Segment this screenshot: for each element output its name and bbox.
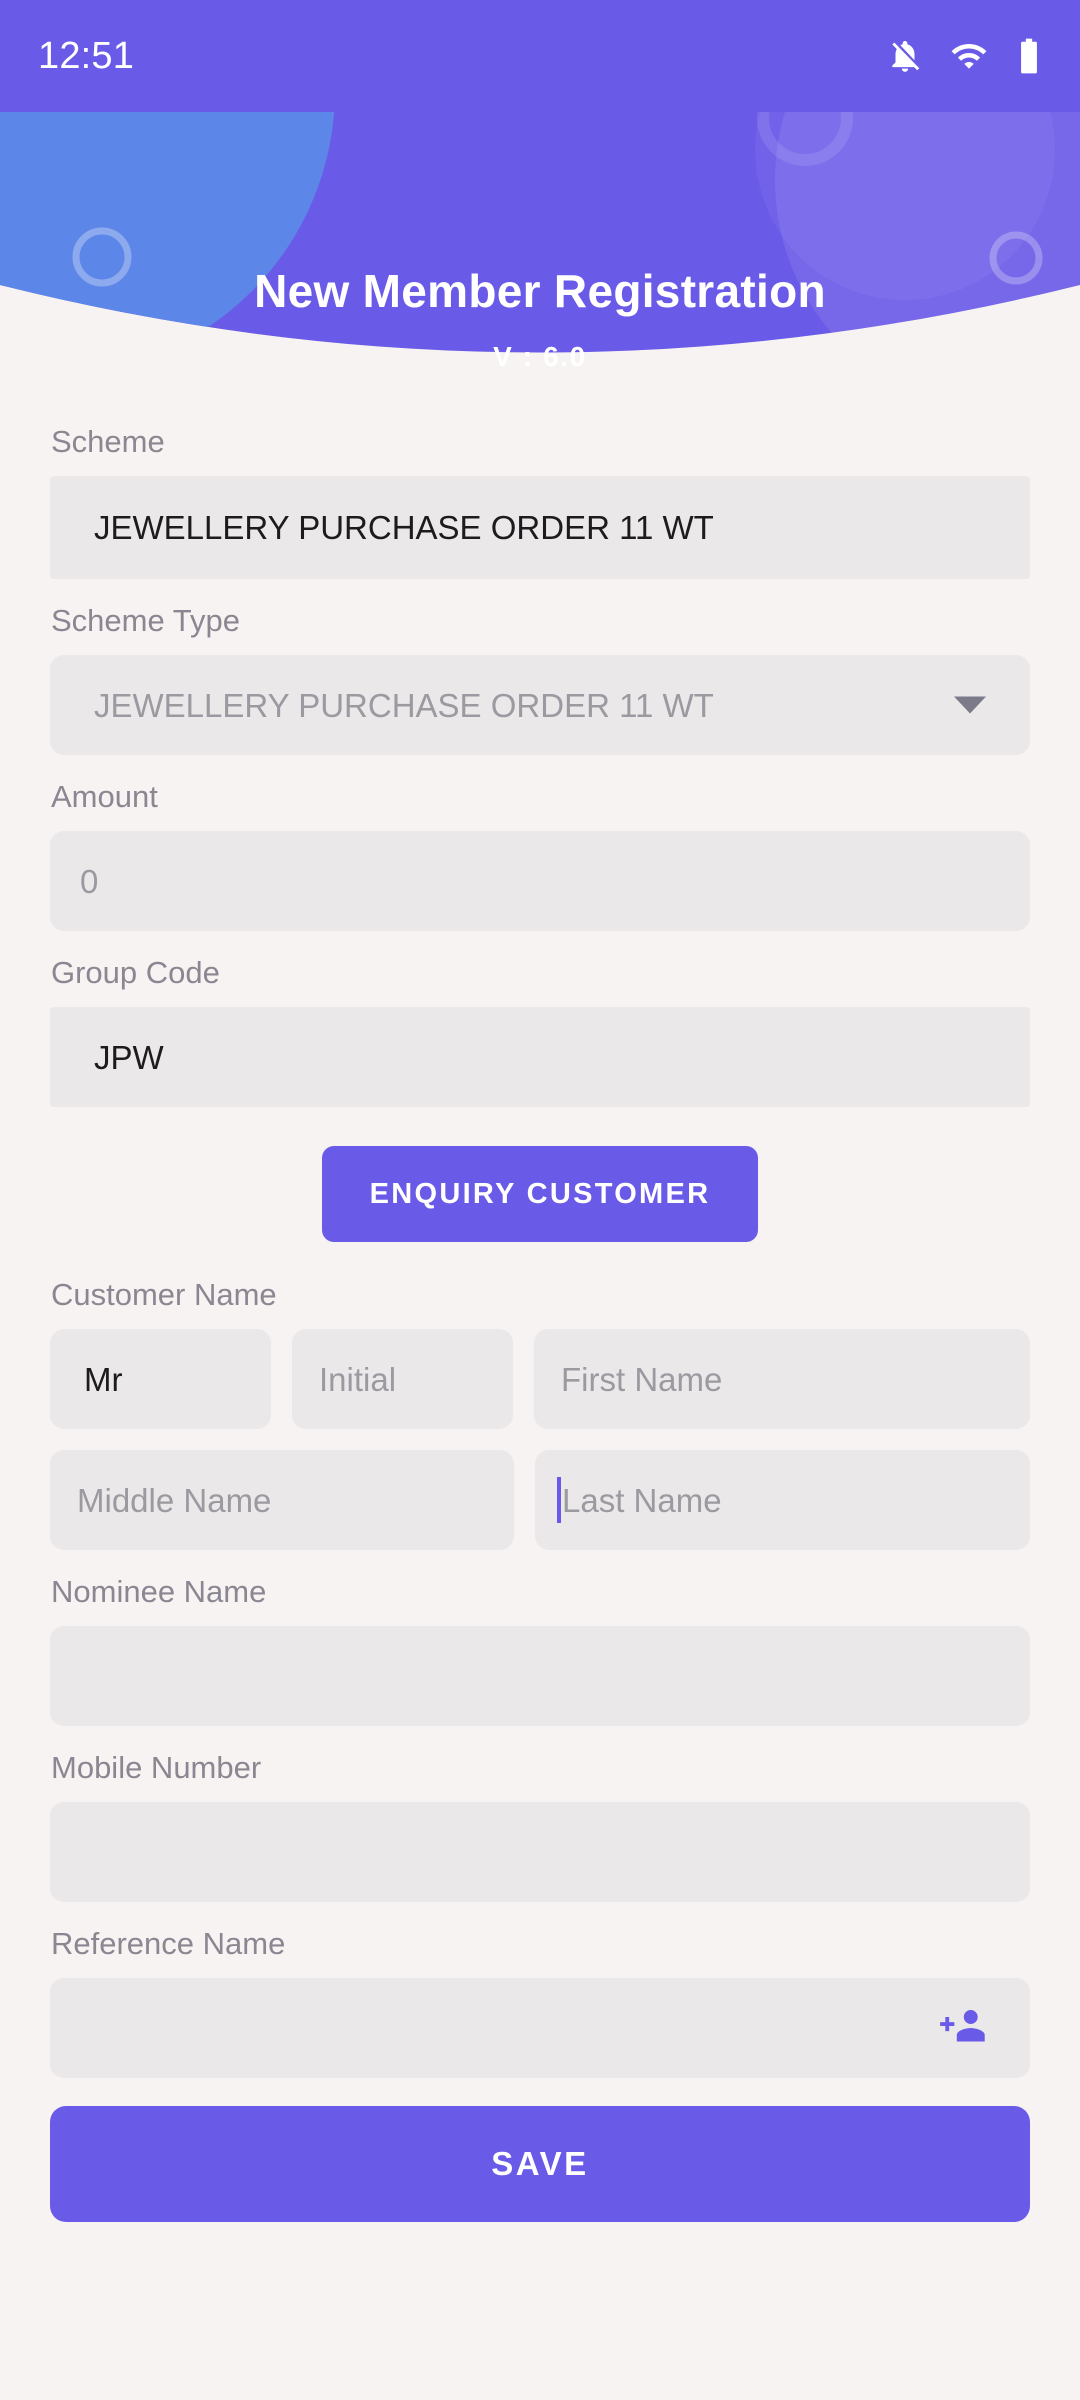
scheme-value: JEWELLERY PURCHASE ORDER 11 WT xyxy=(94,509,714,546)
label-reference-name: Reference Name xyxy=(51,1926,286,1961)
status-bar: 12:51 xyxy=(0,0,1080,112)
label-scheme-type: Scheme Type xyxy=(51,603,240,638)
scheme-field[interactable]: JEWELLERY PURCHASE ORDER 11 WT xyxy=(50,476,1030,579)
chevron-down-icon[interactable] xyxy=(954,696,986,714)
status-icon-group xyxy=(886,37,1044,75)
app-screen: New Member Registration V : 6.0 12:51 Sc… xyxy=(0,0,1080,2400)
label-mobile-number: Mobile Number xyxy=(51,1750,262,1785)
app-version-label: V : 6.0 xyxy=(493,341,587,372)
middle-name-placeholder: Middle Name xyxy=(77,1481,272,1519)
status-time: 12:51 xyxy=(38,34,135,77)
mobile-number-field[interactable] xyxy=(50,1802,1030,1902)
first-name-placeholder: First Name xyxy=(561,1360,723,1398)
add-person-icon[interactable] xyxy=(936,2003,992,2053)
initial-placeholder: Initial xyxy=(319,1360,397,1398)
title-value: Mr xyxy=(84,1360,123,1398)
label-amount: Amount xyxy=(51,779,158,814)
label-group-code: Group Code xyxy=(51,955,220,990)
nominee-name-field[interactable] xyxy=(50,1626,1030,1726)
page-title: New Member Registration xyxy=(254,265,826,317)
last-name-field[interactable]: Last Name xyxy=(535,1450,1030,1550)
middle-name-field[interactable]: Middle Name xyxy=(50,1450,514,1550)
wifi-icon xyxy=(950,37,988,75)
group-code-field[interactable]: JPW xyxy=(50,1007,1030,1107)
last-name-placeholder: Last Name xyxy=(562,1481,722,1519)
notifications-off-icon xyxy=(886,37,924,75)
label-scheme: Scheme xyxy=(51,424,165,459)
enquiry-button-row: ENQUIRY CUSTOMER xyxy=(50,1146,1030,1242)
first-name-field[interactable]: First Name xyxy=(534,1329,1030,1429)
registration-form: Scheme JEWELLERY PURCHASE ORDER 11 WT Sc… xyxy=(0,400,1080,2222)
battery-icon xyxy=(1014,37,1044,75)
customer-name-row-1: Mr Initial First Name xyxy=(50,1329,1030,1429)
scheme-type-value: JEWELLERY PURCHASE ORDER 11 WT xyxy=(94,686,714,724)
amount-value: 0 xyxy=(80,862,99,900)
label-nominee-name: Nominee Name xyxy=(51,1574,267,1609)
customer-name-row-2: Middle Name Last Name xyxy=(50,1450,1030,1550)
text-cursor xyxy=(557,1477,561,1523)
reference-name-field[interactable] xyxy=(50,1978,1030,2078)
save-button[interactable]: SAVE xyxy=(50,2106,1030,2222)
initial-field[interactable]: Initial xyxy=(292,1329,513,1429)
scheme-type-dropdown[interactable]: JEWELLERY PURCHASE ORDER 11 WT xyxy=(50,655,1030,755)
label-customer-name: Customer Name xyxy=(51,1277,277,1312)
enquiry-customer-button[interactable]: ENQUIRY CUSTOMER xyxy=(321,1146,759,1242)
title-field[interactable]: Mr xyxy=(50,1329,271,1429)
group-code-value: JPW xyxy=(94,1038,164,1076)
amount-field[interactable]: 0 xyxy=(50,831,1030,931)
